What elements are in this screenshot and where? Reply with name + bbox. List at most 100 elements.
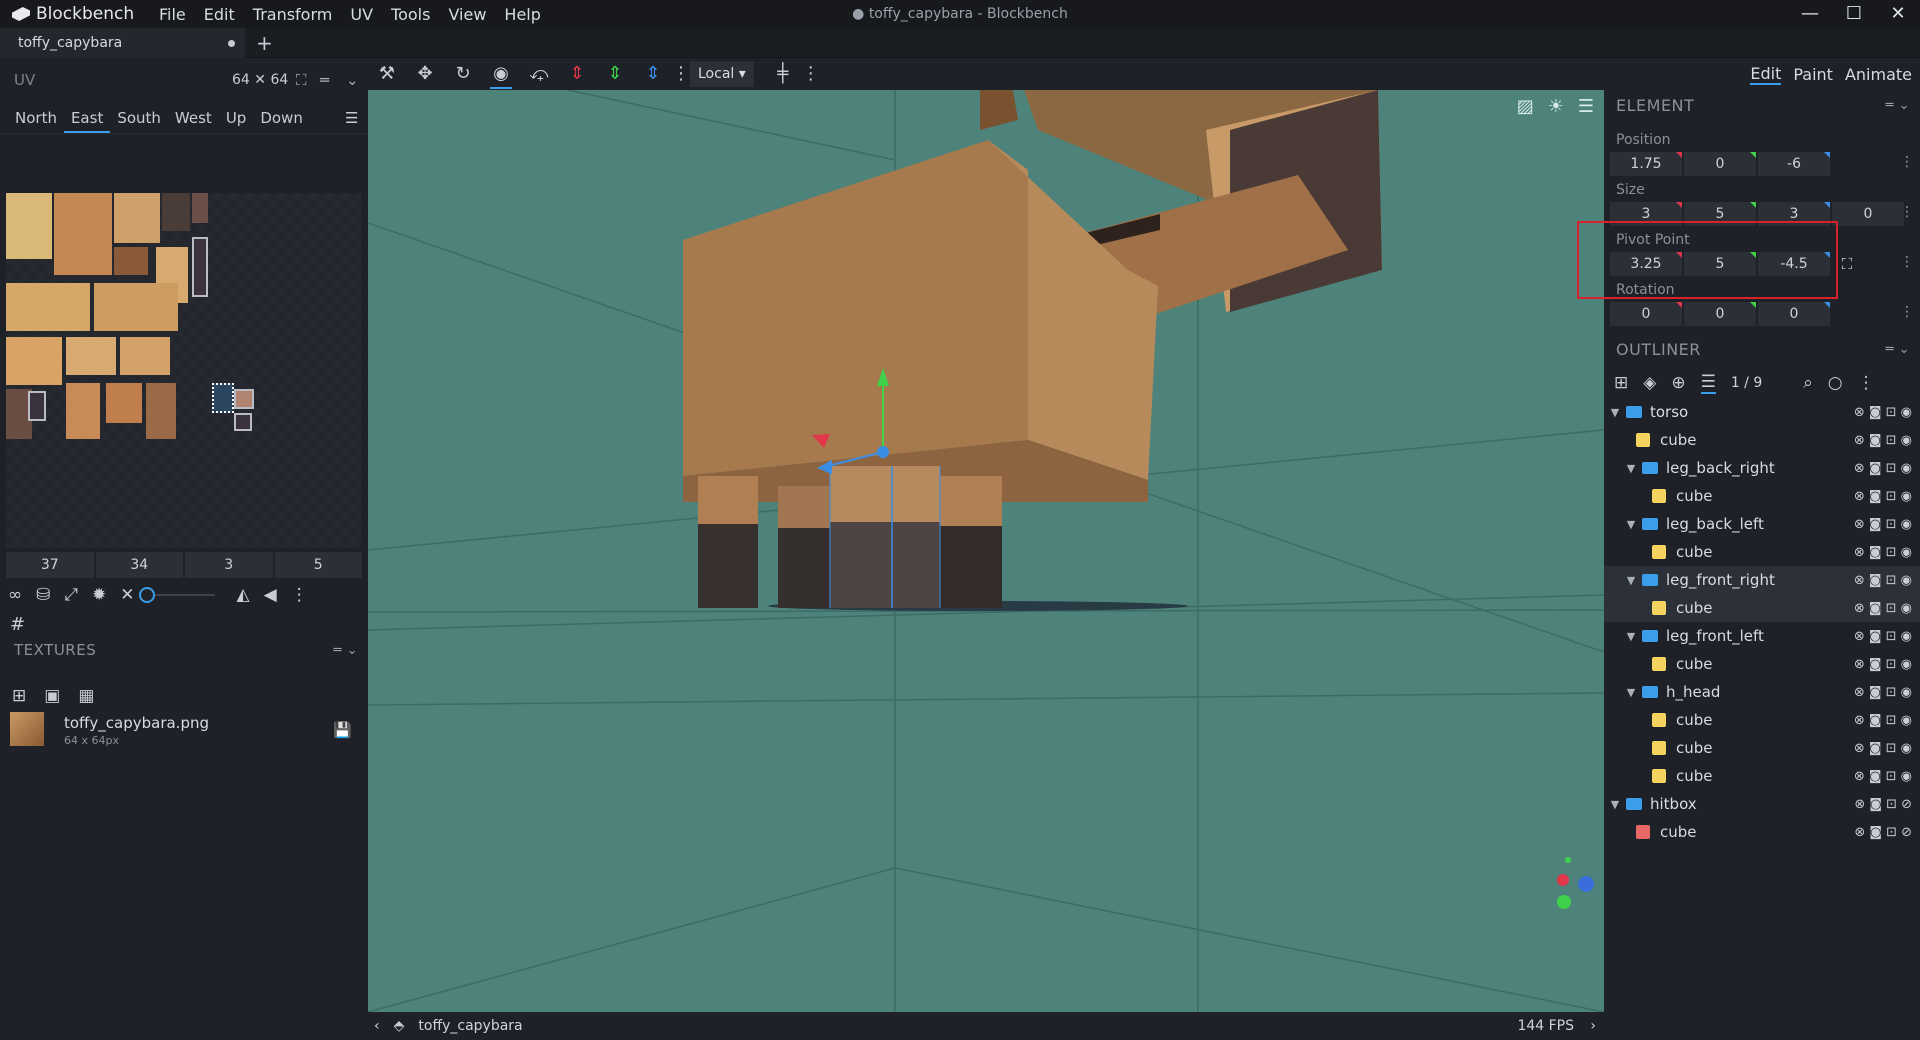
maximize-uv-icon[interactable]: ⤢: [64, 585, 78, 605]
close-button[interactable]: ✕: [1876, 0, 1920, 28]
chevron-down-icon[interactable]: ▼: [1608, 798, 1622, 811]
visibility-toggles[interactable]: ⊗ ◙ ⊡ ⊘: [1854, 825, 1912, 840]
mode-tab-edit[interactable]: Edit: [1750, 64, 1782, 85]
rotation-slider[interactable]: [138, 587, 215, 603]
face-tab-up[interactable]: Up: [219, 103, 254, 133]
outliner-group[interactable]: ▼ leg_back_left ⊗ ◙ ⊡ ◉: [1604, 510, 1920, 538]
uv-y-field[interactable]: 34: [95, 552, 183, 578]
pivot-z-field[interactable]: -4.5: [1758, 252, 1830, 276]
uv-width-field[interactable]: 3: [185, 552, 273, 578]
visibility-toggles[interactable]: ⊗ ◙ ⊡ ◉: [1854, 545, 1912, 560]
prev-arrow-icon[interactable]: ‹: [374, 1018, 380, 1034]
face-tab-east[interactable]: East: [63, 103, 111, 133]
sort-icon[interactable]: ☰: [1700, 372, 1716, 394]
grid-icon[interactable]: #: [10, 614, 25, 635]
rotation-more-icon[interactable]: ⋮: [1900, 304, 1914, 320]
pivot-more-icon[interactable]: ⋮: [1900, 254, 1914, 270]
menu-file[interactable]: File: [150, 5, 195, 24]
outliner-cube[interactable]: cube ⊗ ◙ ⊡ ◉: [1604, 762, 1920, 790]
menu-edit[interactable]: Edit: [195, 5, 244, 24]
outliner-group[interactable]: ▼ leg_back_right ⊗ ◙ ⊡ ◉: [1604, 454, 1920, 482]
outliner-panel-menu-icon[interactable]: ═ ⌄: [1886, 342, 1910, 357]
chevron-down-icon[interactable]: ▼: [1624, 686, 1638, 699]
new-tab-button[interactable]: +: [256, 31, 273, 55]
outliner-group[interactable]: ▼ hitbox ⊗ ◙ ⊡ ⊘: [1604, 790, 1920, 818]
face-tab-south[interactable]: South: [110, 103, 168, 133]
toggle-icon[interactable]: ○: [1828, 373, 1843, 393]
mode-tab-paint[interactable]: Paint: [1793, 65, 1833, 84]
create-texture-icon[interactable]: ▣: [44, 686, 60, 706]
center-icon[interactable]: ╪: [764, 58, 802, 90]
pivot-tool-icon[interactable]: ◉: [482, 58, 520, 90]
mode-tab-animate[interactable]: Animate: [1845, 65, 1912, 84]
face-tab-west[interactable]: West: [168, 103, 219, 133]
more-icon[interactable]: ⋮: [291, 585, 308, 605]
visibility-toggles[interactable]: ⊗ ◙ ⊡ ◉: [1854, 461, 1912, 476]
visibility-toggles[interactable]: ⊗ ◙ ⊡ ◉: [1854, 517, 1912, 532]
auto-uv-icon[interactable]: ✹: [92, 585, 106, 605]
visibility-toggles[interactable]: ⊗ ◙ ⊡ ◉: [1854, 405, 1912, 420]
add-mesh-icon[interactable]: ◈: [1643, 373, 1656, 393]
menu-uv[interactable]: UV: [341, 5, 382, 24]
texture-atlas-icon[interactable]: ▦: [78, 686, 94, 706]
menu-tools[interactable]: Tools: [382, 5, 439, 24]
position-more-icon[interactable]: ⋮: [1900, 154, 1914, 170]
vertex-snap-icon[interactable]: ⚒: [368, 58, 406, 90]
toolbar-more-icon[interactable]: ⋮: [672, 58, 690, 90]
outliner-cube[interactable]: cube ⊗ ◙ ⊡ ◉: [1604, 706, 1920, 734]
position-z-field[interactable]: -6: [1758, 152, 1830, 176]
3d-viewport[interactable]: ▨ ☀ ☰: [368, 90, 1604, 1012]
size-more-icon[interactable]: ⋮: [1900, 204, 1914, 220]
add-cube-icon[interactable]: ⊞: [1614, 373, 1628, 393]
paint-bucket-icon[interactable]: ⛁: [36, 585, 50, 605]
move-y-icon[interactable]: ⇕: [596, 58, 634, 90]
uv-height-field[interactable]: 5: [274, 552, 362, 578]
visibility-toggles[interactable]: ⊗ ◙ ⊡ ⊘: [1854, 797, 1912, 812]
rotation-x-field[interactable]: 0: [1610, 302, 1682, 326]
center-pivot-icon[interactable]: ⛶: [1832, 252, 1862, 276]
transform-space-select[interactable]: Local ▾: [690, 61, 754, 87]
rotation-z-field[interactable]: 0: [1758, 302, 1830, 326]
chevron-down-icon[interactable]: ▼: [1608, 406, 1622, 419]
viewport-menu-icon[interactable]: ☰: [1578, 96, 1594, 117]
outliner-group[interactable]: ▼ torso ⊗ ◙ ⊡ ◉: [1604, 398, 1920, 426]
element-panel-menu-icon[interactable]: ═ ⌄: [1886, 98, 1910, 113]
size-z-field[interactable]: 3: [1758, 202, 1830, 226]
outliner-group[interactable]: ▼ leg_front_left ⊗ ◙ ⊡ ◉: [1604, 622, 1920, 650]
outliner-cube[interactable]: cube ⊗ ◙ ⊡ ◉: [1604, 734, 1920, 762]
outliner-cube[interactable]: cube ⊗ ◙ ⊡ ◉: [1604, 650, 1920, 678]
move-x-icon[interactable]: ⇕: [558, 58, 596, 90]
project-tab[interactable]: toffy_capybara: [0, 28, 245, 58]
visibility-toggles[interactable]: ⊗ ◙ ⊡ ◉: [1854, 657, 1912, 672]
next-arrow-icon[interactable]: ›: [1590, 1018, 1596, 1034]
size-x-field[interactable]: 3: [1610, 202, 1682, 226]
fullscreen-icon[interactable]: ⛶: [296, 71, 307, 89]
visibility-toggles[interactable]: ⊗ ◙ ⊡ ◉: [1854, 629, 1912, 644]
chevron-down-icon[interactable]: ▼: [1624, 574, 1638, 587]
visibility-toggles[interactable]: ⊗ ◙ ⊡ ◉: [1854, 573, 1912, 588]
visibility-toggles[interactable]: ⊗ ◙ ⊡ ◉: [1854, 489, 1912, 504]
visibility-toggles[interactable]: ⊗ ◙ ⊡ ◉: [1854, 769, 1912, 784]
visibility-toggles[interactable]: ⊗ ◙ ⊡ ◉: [1854, 685, 1912, 700]
position-y-field[interactable]: 0: [1684, 152, 1756, 176]
lighting-icon[interactable]: ☀: [1548, 96, 1564, 117]
outliner-more-icon[interactable]: ⋮: [1858, 373, 1875, 393]
clear-uv-icon[interactable]: ✕: [120, 585, 134, 605]
uv-selection-box[interactable]: [212, 383, 234, 413]
visibility-toggles[interactable]: ⊗ ◙ ⊡ ◉: [1854, 601, 1912, 616]
uv-x-field[interactable]: 37: [6, 552, 94, 578]
face-tab-down[interactable]: Down: [253, 103, 310, 133]
outliner-group[interactable]: ▼ h_head ⊗ ◙ ⊡ ◉: [1604, 678, 1920, 706]
resize-tool-icon[interactable]: ⤽: [520, 58, 558, 90]
face-tab-north[interactable]: North: [8, 103, 64, 133]
menu-view[interactable]: View: [439, 5, 495, 24]
minimize-button[interactable]: —: [1788, 0, 1832, 28]
position-x-field[interactable]: 1.75: [1610, 152, 1682, 176]
move-z-icon[interactable]: ⇕: [634, 58, 672, 90]
maximize-button[interactable]: ☐: [1832, 0, 1876, 28]
outliner-cube[interactable]: cube ⊗ ◙ ⊡ ◉: [1604, 594, 1920, 622]
outliner-cube[interactable]: cube ⊗ ◙ ⊡ ◉: [1604, 482, 1920, 510]
size-y-field[interactable]: 5: [1684, 202, 1756, 226]
move-tool-icon[interactable]: ✥: [406, 58, 444, 90]
search-icon[interactable]: ⌕: [1803, 373, 1813, 393]
